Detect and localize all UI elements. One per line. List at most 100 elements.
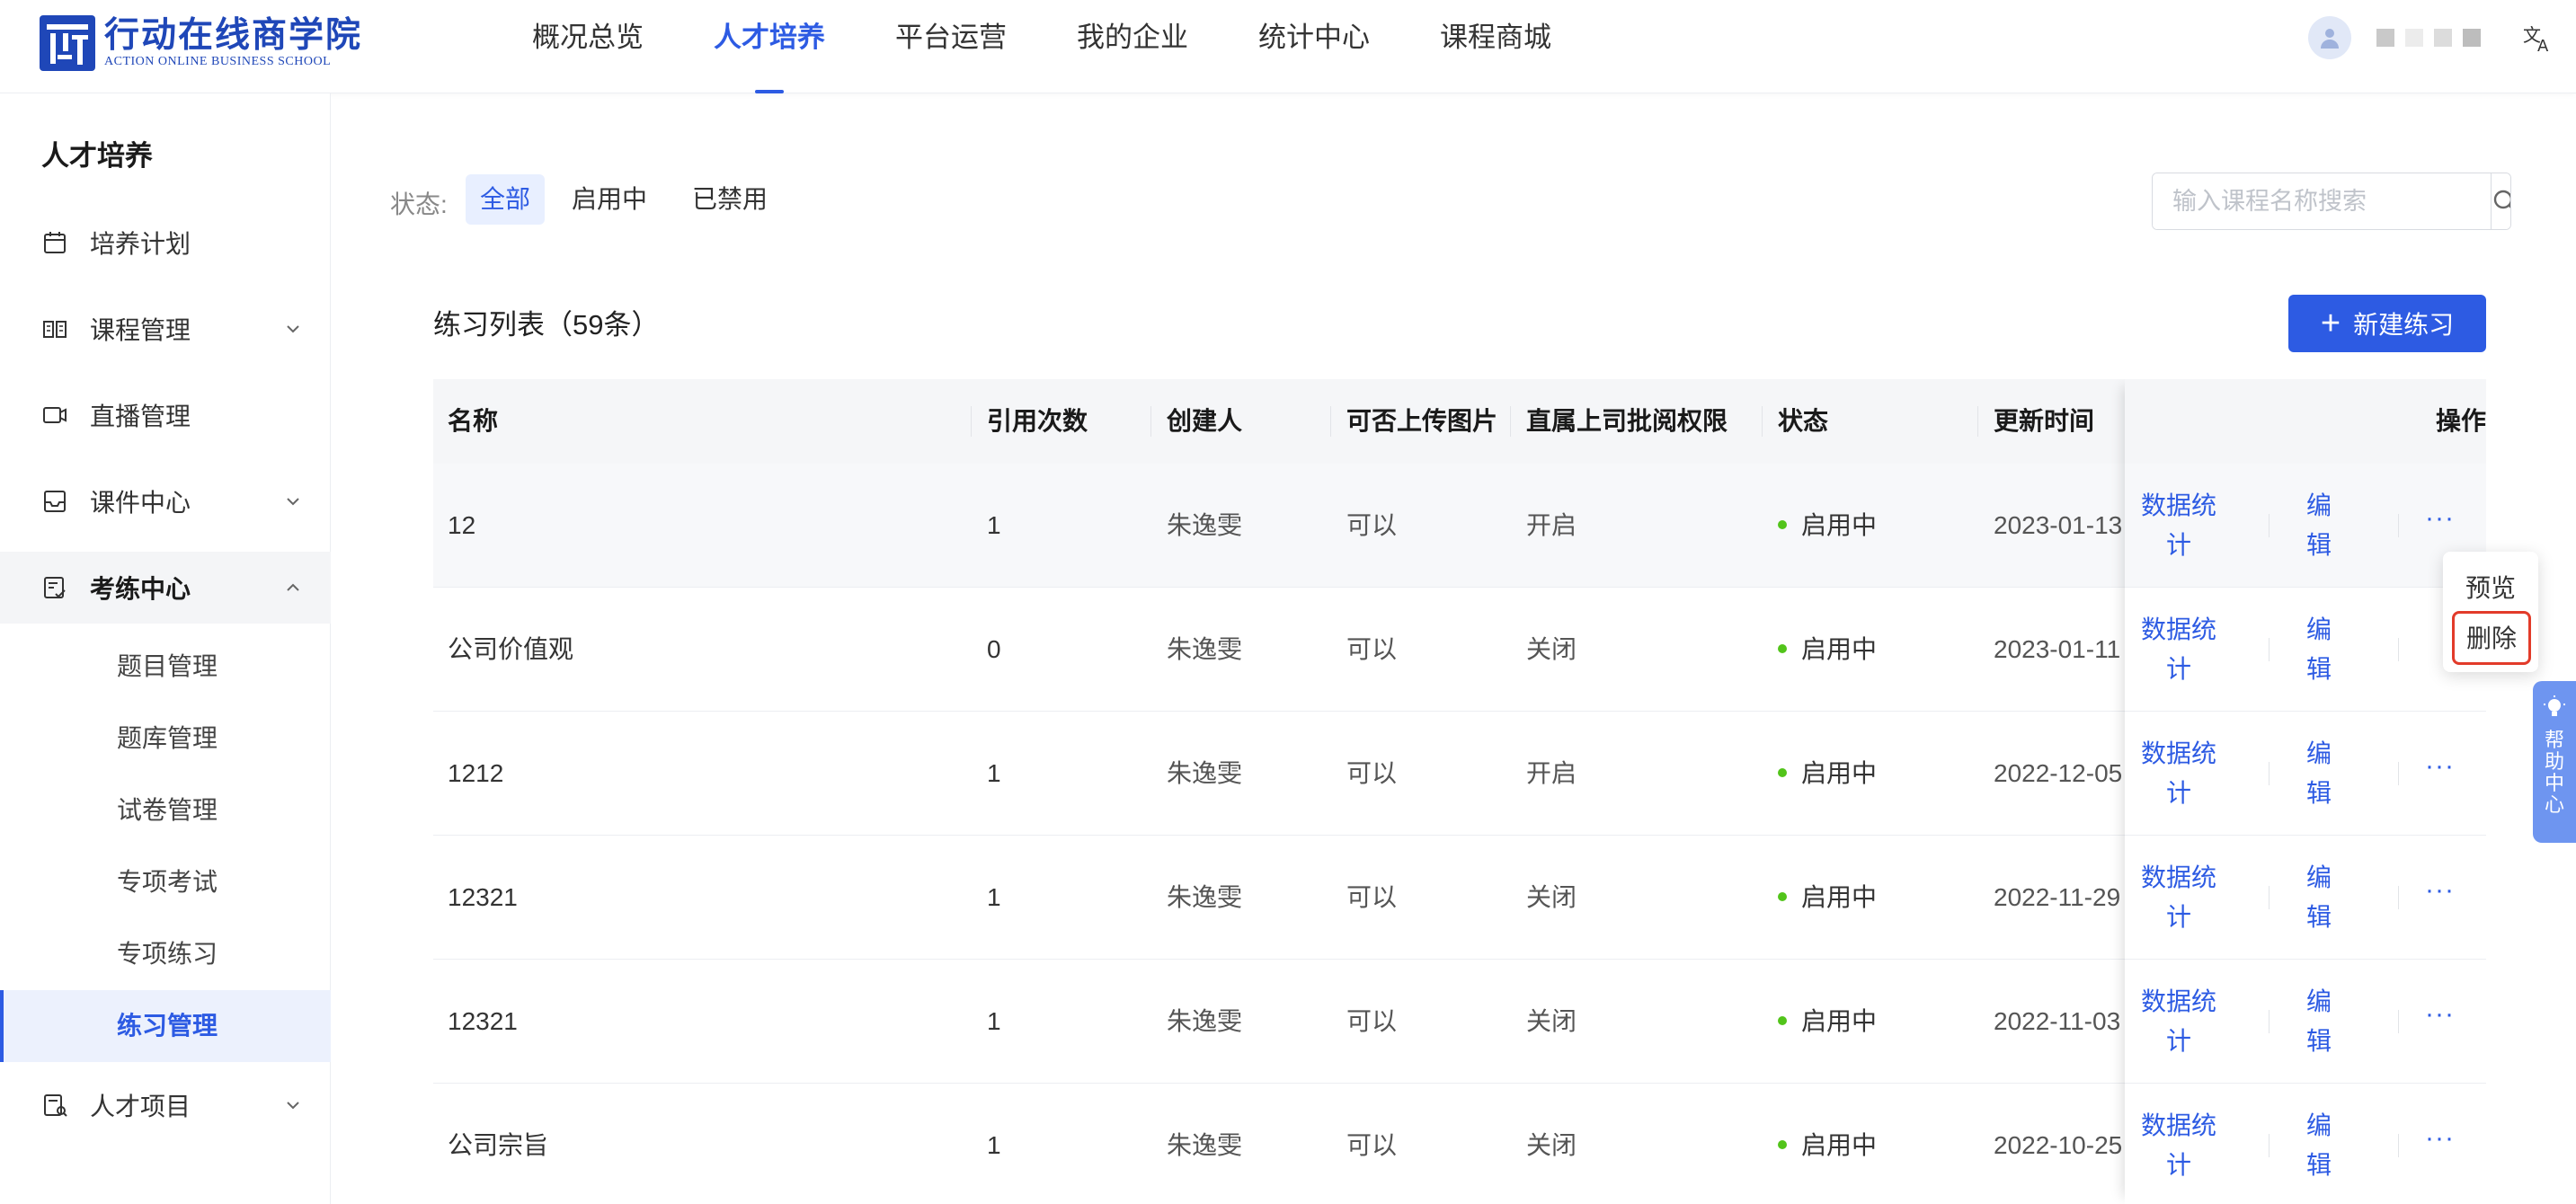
data-stats-link[interactable]: 数据统计	[2134, 1106, 2224, 1185]
cell-review: 关闭	[1526, 635, 1577, 663]
row-actions: 数据统计 编辑 ···	[2125, 712, 2486, 836]
nav-my-enterprise[interactable]: 我的企业	[1077, 0, 1188, 93]
nav-statistics-center[interactable]: 统计中心	[1258, 0, 1370, 93]
status-dot	[1778, 1139, 1787, 1149]
sidebar-item-courseware-center[interactable]: 课件中心	[0, 465, 331, 537]
sidebar-item-training-plan[interactable]: 培养计划	[0, 207, 331, 279]
list-title: 练习列表（59条）	[433, 309, 660, 341]
edit-link[interactable]: 编辑	[2301, 1106, 2337, 1185]
column-header-refs: 引用次数	[987, 407, 1088, 435]
nav-overview[interactable]: 概况总览	[532, 0, 644, 93]
cell-updated: 2022-12-05	[1994, 759, 2123, 787]
data-stats-link[interactable]: 数据统计	[2134, 734, 2224, 813]
brand-name-cn: 行动在线商学院	[104, 16, 363, 55]
status-filter-all[interactable]: 全部	[466, 174, 546, 225]
edit-link[interactable]: 编辑	[2301, 610, 2337, 689]
more-actions-icon[interactable]: ···	[2425, 999, 2455, 1030]
translate-icon[interactable]: 文 A	[2522, 22, 2554, 54]
more-actions-icon[interactable]: ···	[2425, 875, 2455, 906]
sidebar-subitem-question-bank[interactable]: 题库管理	[0, 703, 331, 775]
cell-creator: 朱逸雯	[1167, 883, 1243, 911]
cell-review: 开启	[1526, 759, 1577, 787]
new-practice-button[interactable]: + 新建练习	[2288, 295, 2486, 352]
column-header-name: 名称	[448, 407, 499, 435]
sidebar-subitem-special-exam[interactable]: 专项考试	[0, 846, 331, 918]
sidebar-item-live-management[interactable]: 直播管理	[0, 379, 331, 451]
cell-refs: 0	[987, 635, 1001, 663]
search-box	[2152, 173, 2511, 230]
search-icon	[2493, 190, 2510, 209]
preview-menu-item[interactable]: 预览	[2443, 566, 2538, 611]
cell-name: 12321	[448, 883, 518, 911]
cell-review: 关闭	[1526, 1131, 1577, 1159]
sidebar-item-exam-center[interactable]: 考练中心	[0, 552, 331, 624]
status-dot	[1778, 767, 1787, 777]
nav-platform-operation[interactable]: 平台运营	[895, 0, 1007, 93]
edit-link[interactable]: 编辑	[2301, 734, 2337, 813]
brand-logo[interactable]: 行动在线商学院 ACTION ONLINE BUSINESS SCHOOL	[40, 14, 362, 72]
cell-review: 开启	[1526, 511, 1577, 539]
cell-creator: 朱逸雯	[1167, 511, 1243, 539]
search-input[interactable]	[2153, 173, 2491, 229]
cell-creator: 朱逸雯	[1167, 635, 1243, 663]
cell-creator: 朱逸雯	[1167, 1007, 1243, 1035]
cell-creator: 朱逸雯	[1167, 759, 1243, 787]
main-nav: 概况总览 人才培养 平台运营 我的企业 统计中心 课程商城	[532, 0, 1621, 93]
user-icon	[2321, 29, 2339, 49]
brand-name-en: ACTION ONLINE BUSINESS SCHOOL	[104, 55, 332, 68]
row-actions: 数据统计 编辑 ···	[2125, 960, 2486, 1084]
cell-upload: 可以	[1346, 759, 1398, 787]
sidebar-subitem-paper-management[interactable]: 试卷管理	[0, 775, 331, 846]
edit-link[interactable]: 编辑	[2301, 858, 2337, 937]
data-stats-link[interactable]: 数据统计	[2134, 982, 2224, 1061]
sidebar-title: 人才培养	[41, 140, 153, 172]
sidebar-subitem-question-management[interactable]: 题目管理	[0, 631, 331, 703]
column-header-actions: 操作	[2435, 407, 2486, 435]
cell-name: 1212	[448, 759, 504, 787]
project-icon	[44, 1094, 67, 1117]
help-center-tab[interactable]: 帮助中心	[2533, 681, 2576, 843]
status-dot	[1778, 643, 1787, 653]
delete-menu-item[interactable]: 删除	[2452, 611, 2531, 665]
avatar[interactable]	[2308, 16, 2351, 59]
data-stats-link[interactable]: 数据统计	[2134, 858, 2224, 937]
cell-name: 12	[448, 511, 476, 539]
chevron-up-icon	[287, 583, 299, 591]
nav-talent-training[interactable]: 人才培养	[714, 0, 825, 93]
help-center-label: 帮助中心	[2544, 729, 2564, 816]
cell-upload: 可以	[1346, 511, 1398, 539]
column-header-updated: 更新时间	[1994, 407, 2095, 435]
sidebar: 人才培养 培养计划 课程管理 直播管理 课件中心 考练中心 题目管理 题库管理 …	[0, 93, 331, 1204]
column-header-creator: 创建人	[1167, 407, 1243, 435]
column-header-status: 状态	[1778, 407, 1829, 435]
more-actions-icon[interactable]: ···	[2425, 1123, 2455, 1154]
cell-refs: 1	[987, 759, 1001, 787]
user-area: 文 A	[2308, 16, 2554, 59]
edit-link[interactable]: 编辑	[2301, 486, 2337, 565]
more-actions-icon[interactable]: ···	[2425, 751, 2455, 782]
chevron-down-icon	[287, 1102, 299, 1110]
sidebar-subitem-special-practice[interactable]: 专项练习	[0, 918, 331, 990]
status-dot	[1778, 1015, 1787, 1025]
edit-link[interactable]: 编辑	[2301, 982, 2337, 1061]
cell-upload: 可以	[1346, 1131, 1398, 1159]
data-stats-link[interactable]: 数据统计	[2134, 610, 2224, 689]
sidebar-item-course-management[interactable]: 课程管理	[0, 293, 331, 365]
search-button[interactable]	[2491, 173, 2510, 229]
status-filter-disabled[interactable]: 已禁用	[678, 174, 782, 225]
sidebar-item-talent-project[interactable]: 人才项目	[0, 1069, 331, 1141]
more-actions-dropdown: 预览 删除	[2443, 552, 2538, 672]
row-actions: 数据统计 编辑 ···	[2125, 1084, 2486, 1204]
status-text: 启用中	[1801, 759, 1878, 787]
status-filter-label: 状态:	[390, 190, 448, 218]
practice-table: 名称 引用次数 创建人 可否上传图片 直属上司批阅权限 状态 更新时间 12 1…	[433, 379, 2486, 1204]
data-stats-link[interactable]: 数据统计	[2134, 486, 2224, 565]
status-text: 启用中	[1801, 1131, 1878, 1159]
cell-review: 关闭	[1526, 883, 1577, 911]
username-mosaic	[2371, 29, 2486, 47]
nav-course-mall[interactable]: 课程商城	[1440, 0, 1551, 93]
more-actions-icon[interactable]: ···	[2425, 503, 2455, 534]
status-filter-enabled[interactable]: 启用中	[557, 174, 662, 225]
sidebar-subitem-practice-management[interactable]: 练习管理	[0, 990, 331, 1062]
cell-review: 关闭	[1526, 1007, 1577, 1035]
